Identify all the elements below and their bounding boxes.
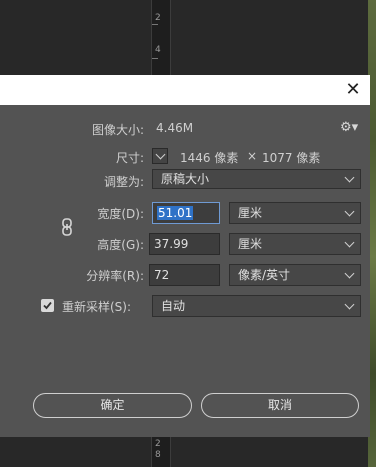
width-unit-value: 厘米 bbox=[238, 206, 263, 220]
gear-icon[interactable]: ⚙▾ bbox=[340, 120, 358, 135]
image-size-dialog: ✕ 图像大小: 4.46M ⚙▾ 尺寸: 1446 像素 × 1077 像素 调… bbox=[0, 75, 370, 437]
dialog-titlebar: ✕ bbox=[0, 75, 370, 105]
height-unit-value: 厘米 bbox=[238, 237, 263, 251]
chevron-down-icon bbox=[344, 299, 355, 310]
dimensions-width: 1446 像素 bbox=[180, 151, 239, 165]
height-unit-select[interactable]: 厘米 bbox=[229, 233, 361, 255]
fit-to-value: 原稿大小 bbox=[161, 172, 210, 186]
width-unit-select[interactable]: 厘米 bbox=[229, 202, 361, 224]
resample-label: 重新采样(S): bbox=[62, 300, 132, 314]
resample-value: 自动 bbox=[161, 299, 186, 313]
resample-row: 重新采样(S): 自动 bbox=[0, 294, 370, 318]
ruler-label: 2 bbox=[155, 13, 161, 23]
fit-to-select[interactable]: 原稿大小 bbox=[152, 169, 361, 189]
chevron-down-icon bbox=[155, 149, 166, 160]
close-button[interactable]: ✕ bbox=[344, 81, 362, 99]
dimensions-label: 尺寸: bbox=[115, 151, 144, 165]
height-value: 37.99 bbox=[154, 237, 189, 251]
height-input[interactable]: 37.99 bbox=[149, 233, 220, 255]
resolution-unit-select[interactable]: 像素/英寸 bbox=[229, 264, 361, 286]
chevron-down-icon bbox=[344, 206, 355, 217]
width-input[interactable]: 51.01 bbox=[152, 202, 220, 224]
image-size-value: 4.46M bbox=[156, 121, 194, 135]
width-row: 宽度(D): 51.01 厘米 bbox=[0, 201, 370, 225]
resolution-value: 72 bbox=[154, 268, 170, 282]
fit-to-label: 调整为: bbox=[103, 175, 144, 189]
ruler-label: 8 bbox=[155, 450, 161, 460]
image-size-row: 图像大小: 4.46M ⚙▾ bbox=[0, 117, 370, 141]
dimensions-times: × bbox=[247, 149, 258, 163]
ruler-label: 4 bbox=[155, 45, 161, 55]
width-label: 宽度(D): bbox=[97, 207, 144, 221]
resolution-input[interactable]: 72 bbox=[149, 264, 220, 286]
chevron-down-icon bbox=[344, 172, 355, 183]
resolution-row: 分辨率(R): 72 像素/英寸 bbox=[0, 263, 370, 287]
width-value: 51.01 bbox=[157, 206, 194, 220]
dimensions-toggle[interactable] bbox=[152, 148, 168, 164]
height-row: 高度(G): 37.99 厘米 bbox=[0, 232, 370, 256]
chevron-down-icon bbox=[344, 268, 355, 279]
resample-select[interactable]: 自动 bbox=[152, 295, 361, 317]
height-label: 高度(G): bbox=[97, 238, 144, 252]
image-size-label: 图像大小: bbox=[91, 123, 144, 137]
checkmark-icon bbox=[43, 301, 52, 310]
dimensions-height: 1077 像素 bbox=[262, 151, 321, 165]
ruler-label: 2 bbox=[155, 439, 161, 449]
dimensions-row: 尺寸: 1446 像素 × 1077 像素 bbox=[0, 145, 370, 169]
cancel-button[interactable]: 取消 bbox=[201, 393, 359, 418]
fit-to-row: 调整为: 原稿大小 bbox=[0, 169, 370, 193]
resolution-unit-value: 像素/英寸 bbox=[238, 268, 291, 282]
ok-button[interactable]: 确定 bbox=[33, 393, 192, 418]
resample-checkbox[interactable] bbox=[41, 299, 54, 312]
chevron-down-icon bbox=[344, 237, 355, 248]
resolution-label: 分辨率(R): bbox=[86, 269, 144, 283]
